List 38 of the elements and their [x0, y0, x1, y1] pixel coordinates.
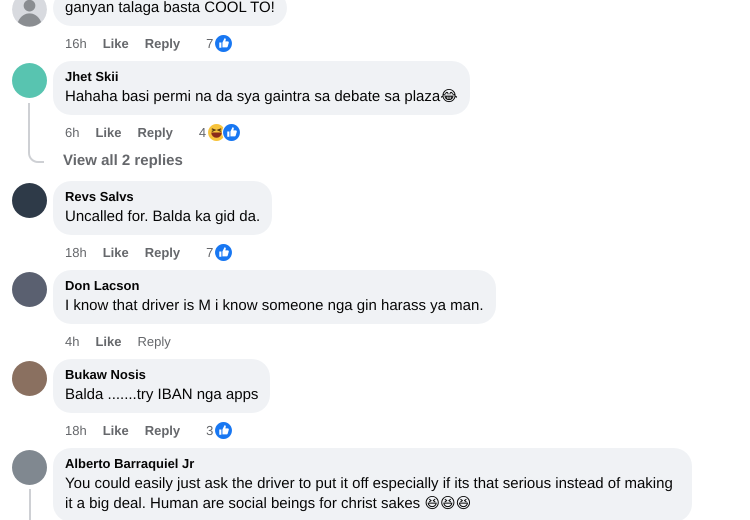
comment-action-link[interactable]: Reply [144, 36, 180, 50]
comment-action-link[interactable]: Like [102, 244, 129, 260]
thumbs-up-reaction-icon[interactable] [222, 122, 242, 142]
comment-action-link[interactable]: Reply [137, 124, 173, 140]
reaction-count[interactable]: 3 [206, 422, 214, 438]
comment-action-link[interactable]: Reply [137, 334, 171, 348]
comment-time[interactable]: 18h [65, 422, 87, 438]
avatar-photo[interactable] [12, 183, 47, 218]
comment-time[interactable]: 6h [65, 124, 80, 140]
thumbs-up-reaction-icon[interactable] [214, 242, 234, 262]
comment-time[interactable]: 18h [65, 244, 87, 260]
comment-text: Hahaha basi permi na da sya gaintra sa debate sa plaza😂 [65, 87, 458, 107]
commenter-name[interactable]: Revs Salvs [65, 189, 260, 204]
comment-text: Balda .......try IBAN nga apps [65, 385, 258, 405]
view-replies-link[interactable]: View all 2 replies [63, 152, 183, 169]
comment-action-link[interactable]: Reply [144, 422, 180, 438]
thumbs-up-reaction-icon[interactable] [214, 34, 234, 52]
avatar-silhouette-icon[interactable] [12, 0, 47, 27]
comment-action-link[interactable]: Like [102, 36, 129, 50]
comment-text: I know that driver is M i know someone nga gin harass ya man. [65, 296, 484, 316]
commenter-name[interactable]: Don Lacson [65, 278, 484, 293]
commenter-name[interactable]: Jhet Skii [65, 69, 458, 84]
commenter-name[interactable]: Bukaw Nosis [65, 367, 258, 382]
thumbs-up-reaction-icon[interactable] [214, 420, 234, 440]
comment-action-link[interactable]: Reply [144, 244, 180, 260]
reaction-count[interactable]: 7 [206, 244, 214, 260]
comment-action-link[interactable]: Like [102, 422, 129, 438]
avatar-photo[interactable] [12, 272, 47, 307]
comment-action-link[interactable]: Like [95, 124, 122, 140]
reaction-count[interactable]: 7 [206, 36, 214, 50]
comment-time[interactable]: 4h [65, 334, 80, 348]
comment-text: You could easily just ask the driver to put it off especially if its that serious instead of making it a big deal. Human are social beings for christ sakes 😆😆😆 [65, 474, 674, 514]
comment-action-link[interactable]: Like [95, 334, 122, 348]
comment-text: Uncalled for. Balda ka gid da. [65, 207, 260, 227]
reaction-count[interactable]: 4 [198, 124, 206, 140]
comment-text: ganyan talaga basta COOL TO! [65, 0, 275, 18]
comment-time[interactable]: 16h [65, 36, 87, 50]
commenter-name[interactable]: Alberto Barraquiel Jr [65, 456, 680, 471]
